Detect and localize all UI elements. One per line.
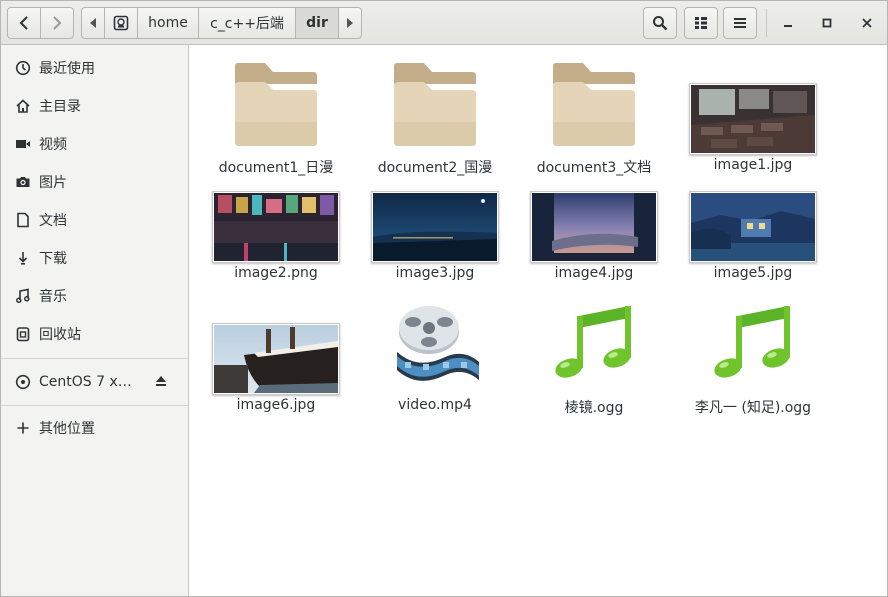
file-name: image4.jpg bbox=[554, 265, 634, 281]
image-thumbnail bbox=[678, 163, 828, 263]
path-scroll-left-button[interactable] bbox=[81, 7, 105, 39]
file-item-folder[interactable]: document2_国漫 bbox=[360, 55, 510, 176]
trash-icon bbox=[14, 325, 32, 343]
sidebar-item-home[interactable]: 主目录 bbox=[1, 88, 188, 124]
path-segment-label: dir bbox=[306, 15, 328, 31]
image-thumbnail bbox=[201, 163, 351, 263]
eject-icon[interactable] bbox=[154, 374, 168, 392]
camera-icon bbox=[14, 173, 32, 191]
folder-icon bbox=[519, 55, 669, 155]
file-item-audio[interactable]: 棱镜.ogg bbox=[519, 295, 669, 416]
music-note-icon bbox=[678, 295, 828, 395]
sidebar-item-trash[interactable]: 回收站 bbox=[1, 316, 188, 352]
path-segment-label: home bbox=[148, 15, 188, 31]
path-root-button[interactable] bbox=[104, 7, 138, 39]
sidebar: 最近使用 主目录 视频 图片 文档 下载 音乐 回收站 CentOS 7 x… … bbox=[1, 45, 189, 596]
sidebar-item-documents[interactable]: 文档 bbox=[1, 202, 188, 238]
download-icon bbox=[14, 249, 32, 267]
chevron-left-icon bbox=[19, 16, 28, 30]
file-item-image[interactable]: image4.jpg bbox=[519, 163, 669, 283]
maximize-button[interactable] bbox=[813, 9, 841, 37]
path-segment-home[interactable]: home bbox=[137, 7, 199, 39]
minimize-button[interactable] bbox=[774, 9, 802, 37]
path-bar: home c_c++后端 dir bbox=[81, 7, 362, 39]
file-item-image[interactable]: image2.png bbox=[201, 163, 351, 283]
view-toggle-button[interactable] bbox=[684, 7, 718, 39]
sidebar-item-label: 最近使用 bbox=[39, 61, 95, 77]
search-button[interactable] bbox=[643, 7, 677, 39]
sidebar-item-music[interactable]: 音乐 bbox=[1, 278, 188, 314]
sidebar-separator bbox=[1, 405, 188, 406]
close-button[interactable] bbox=[853, 9, 881, 37]
arrow-left-icon bbox=[90, 18, 96, 28]
path-segment-current[interactable]: dir bbox=[295, 7, 339, 39]
close-icon bbox=[862, 18, 872, 28]
disc-icon bbox=[14, 373, 32, 391]
image-thumbnail bbox=[519, 163, 669, 263]
recent-icon bbox=[14, 59, 32, 77]
file-name: 棱镜.ogg bbox=[564, 400, 624, 416]
sidebar-item-pictures[interactable]: 图片 bbox=[1, 164, 188, 200]
path-segment-parent[interactable]: c_c++后端 bbox=[198, 7, 296, 39]
document-icon bbox=[14, 211, 32, 229]
file-name: image6.jpg bbox=[236, 397, 316, 413]
video-icon bbox=[14, 135, 32, 153]
sidebar-item-label: 回收站 bbox=[39, 327, 81, 343]
minimize-icon bbox=[784, 25, 792, 27]
file-item-folder[interactable]: document3_文档 bbox=[519, 55, 669, 176]
folder-icon bbox=[360, 55, 510, 155]
home-icon bbox=[14, 97, 32, 115]
video-file-icon bbox=[360, 295, 510, 395]
file-item-image[interactable]: image6.jpg bbox=[201, 295, 351, 415]
file-item-audio[interactable]: 李凡一 (知足).ogg bbox=[678, 295, 828, 416]
sidebar-item-label: 图片 bbox=[39, 175, 67, 191]
search-icon bbox=[653, 16, 668, 31]
chevron-right-icon bbox=[53, 16, 62, 30]
sidebar-item-device-centos[interactable]: CentOS 7 x… bbox=[1, 364, 188, 400]
file-name: image2.png bbox=[234, 265, 318, 281]
header-separator bbox=[766, 9, 767, 37]
sidebar-item-label: 文档 bbox=[39, 213, 67, 229]
arrow-right-icon bbox=[347, 18, 353, 28]
image-thumbnail bbox=[201, 295, 351, 395]
sidebar-item-label: 其他位置 bbox=[39, 421, 95, 437]
file-manager-window: home c_c++后端 dir 最近使用 主目录 视频 图片 文档 下载 音乐… bbox=[0, 0, 888, 597]
file-grid: document1_日漫 document2_国漫 document3_文档 i… bbox=[190, 45, 887, 596]
path-scroll-right-button[interactable] bbox=[338, 7, 362, 39]
header-bar: home c_c++后端 dir bbox=[1, 1, 887, 45]
image-thumbnail bbox=[360, 163, 510, 263]
path-segment-label: c_c++后端 bbox=[210, 16, 284, 32]
hamburger-icon bbox=[734, 18, 746, 28]
file-name: image5.jpg bbox=[713, 265, 793, 281]
sidebar-item-label: CentOS 7 x… bbox=[39, 374, 132, 390]
sidebar-item-label: 下载 bbox=[39, 251, 67, 267]
list-view-icon bbox=[695, 17, 707, 29]
sidebar-item-recent[interactable]: 最近使用 bbox=[1, 50, 188, 86]
drive-icon bbox=[113, 15, 129, 31]
sidebar-separator bbox=[1, 358, 188, 359]
menu-button[interactable] bbox=[723, 7, 757, 39]
file-name: 李凡一 (知足).ogg bbox=[694, 400, 812, 416]
music-note-icon bbox=[519, 295, 669, 395]
back-button[interactable] bbox=[7, 7, 41, 39]
image-thumbnail bbox=[678, 55, 828, 155]
file-item-image[interactable]: image1.jpg bbox=[678, 55, 828, 175]
sidebar-item-videos[interactable]: 视频 bbox=[1, 126, 188, 162]
file-item-image[interactable]: image5.jpg bbox=[678, 163, 828, 283]
sidebar-item-label: 主目录 bbox=[39, 99, 81, 115]
file-name: image3.jpg bbox=[395, 265, 475, 281]
plus-icon bbox=[14, 419, 32, 437]
file-item-image[interactable]: image3.jpg bbox=[360, 163, 510, 283]
sidebar-item-downloads[interactable]: 下载 bbox=[1, 240, 188, 276]
folder-icon bbox=[201, 55, 351, 155]
maximize-icon bbox=[822, 18, 832, 28]
sidebar-item-label: 音乐 bbox=[39, 289, 67, 305]
file-item-video[interactable]: video.mp4 bbox=[360, 295, 510, 415]
file-item-folder[interactable]: document1_日漫 bbox=[201, 55, 351, 176]
file-name: video.mp4 bbox=[398, 397, 472, 413]
forward-button[interactable] bbox=[40, 7, 74, 39]
music-icon bbox=[14, 287, 32, 305]
sidebar-item-other-locations[interactable]: 其他位置 bbox=[1, 410, 188, 446]
sidebar-item-label: 视频 bbox=[39, 137, 67, 153]
